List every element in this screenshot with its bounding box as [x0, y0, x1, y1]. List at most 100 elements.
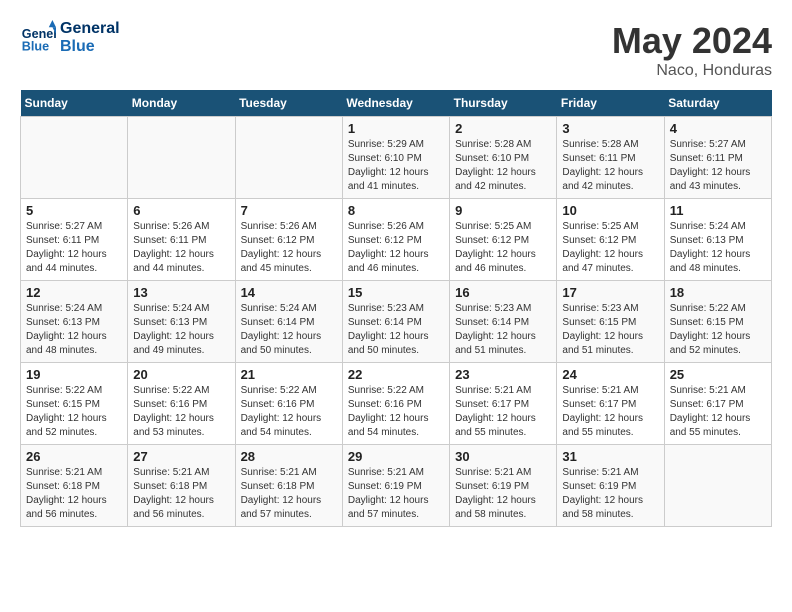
calendar-cell: 22Sunrise: 5:22 AM Sunset: 6:16 PM Dayli… — [342, 363, 449, 445]
day-info: Sunrise: 5:25 AM Sunset: 6:12 PM Dayligh… — [455, 220, 551, 276]
calendar-cell: 20 Sunrise: 5:22 AM Sunset: 6:16 PM Dayli… — [128, 363, 235, 445]
day-number: 4 — [670, 121, 766, 136]
day-info: Sunrise: 5:22 AM Sunset: 6:16 PM Dayligh… — [348, 384, 444, 440]
day-info: Sunrise: 5:21 AM Sunset: 6:17 PM Dayligh… — [670, 384, 766, 440]
day-number: 18 — [670, 285, 766, 300]
day-number: 25 — [670, 367, 766, 382]
calendar-cell: 3 Sunrise: 5:28 AM Sunset: 6:11 PM Daylig… — [557, 117, 664, 199]
weekday-header-tuesday: Tuesday — [235, 90, 342, 117]
day-number: 23 — [455, 367, 551, 382]
page-header: General Blue General Blue May 2024 Naco,… — [20, 20, 772, 80]
day-number: 24 — [562, 367, 658, 382]
day-number: 19 — [26, 367, 122, 382]
day-info: Sunrise: 5:21 AM Sunset: 6:18 PM Dayligh… — [26, 466, 122, 522]
day-info: Sunrise: 5:26 AM Sunset: 6:12 PM Dayligh… — [241, 220, 337, 276]
day-info: Sunrise: 5:28 AM Sunset: 6:10 PM Dayligh… — [455, 138, 551, 194]
calendar-cell: 30Sunrise: 5:21 AM Sunset: 6:19 PM Dayli… — [450, 445, 557, 527]
weekday-header-monday: Monday — [128, 90, 235, 117]
day-number: 20 — [133, 367, 229, 382]
weekday-header-saturday: Saturday — [664, 90, 771, 117]
svg-text:Blue: Blue — [22, 40, 49, 54]
day-number: 7 — [241, 203, 337, 218]
day-info: Sunrise: 5:23 AM Sunset: 6:14 PM Dayligh… — [455, 302, 551, 358]
day-number: 13 — [133, 285, 229, 300]
calendar-cell — [128, 117, 235, 199]
day-info: Sunrise: 5:21 AM Sunset: 6:18 PM Dayligh… — [241, 466, 337, 522]
day-number: 6 — [133, 203, 229, 218]
day-info: Sunrise: 5:23 AM Sunset: 6:14 PM Dayligh… — [348, 302, 444, 358]
day-info: Sunrise: 5:21 AM Sunset: 6:17 PM Dayligh… — [562, 384, 658, 440]
day-number: 3 — [562, 121, 658, 136]
title-block: May 2024 Naco, Honduras — [612, 20, 772, 80]
day-number: 10 — [562, 203, 658, 218]
weekday-header-thursday: Thursday — [450, 90, 557, 117]
location: Naco, Honduras — [612, 62, 772, 80]
day-info: Sunrise: 5:24 AM Sunset: 6:13 PM Dayligh… — [670, 220, 766, 276]
calendar-cell: 8 Sunrise: 5:26 AM Sunset: 6:12 PM Daylig… — [342, 199, 449, 281]
calendar-table: SundayMondayTuesdayWednesdayThursdayFrid… — [20, 90, 772, 527]
calendar-cell: 29 Sunrise: 5:21 AM Sunset: 6:19 PM Dayli… — [342, 445, 449, 527]
logo-general: General — [60, 20, 120, 38]
calendar-cell: 19Sunrise: 5:22 AM Sunset: 6:15 PM Dayli… — [21, 363, 128, 445]
day-info: Sunrise: 5:27 AM Sunset: 6:11 PM Dayligh… — [670, 138, 766, 194]
day-info: Sunrise: 5:21 AM Sunset: 6:19 PM Dayligh… — [348, 466, 444, 522]
calendar-cell: 2 Sunrise: 5:28 AM Sunset: 6:10 PM Daylig… — [450, 117, 557, 199]
calendar-week-row: 19Sunrise: 5:22 AM Sunset: 6:15 PM Dayli… — [21, 363, 772, 445]
calendar-cell: 9Sunrise: 5:25 AM Sunset: 6:12 PM Daylig… — [450, 199, 557, 281]
day-number: 1 — [348, 121, 444, 136]
calendar-cell: 11 Sunrise: 5:24 AM Sunset: 6:13 PM Dayli… — [664, 199, 771, 281]
day-number: 27 — [133, 449, 229, 464]
day-info: Sunrise: 5:24 AM Sunset: 6:14 PM Dayligh… — [241, 302, 337, 358]
day-info: Sunrise: 5:26 AM Sunset: 6:12 PM Dayligh… — [348, 220, 444, 276]
calendar-cell: 27 Sunrise: 5:21 AM Sunset: 6:18 PM Dayli… — [128, 445, 235, 527]
calendar-cell: 6 Sunrise: 5:26 AM Sunset: 6:11 PM Daylig… — [128, 199, 235, 281]
day-number: 5 — [26, 203, 122, 218]
calendar-cell: 4 Sunrise: 5:27 AM Sunset: 6:11 PM Daylig… — [664, 117, 771, 199]
day-number: 29 — [348, 449, 444, 464]
weekday-header-sunday: Sunday — [21, 90, 128, 117]
calendar-cell: 12 Sunrise: 5:24 AM Sunset: 6:13 PM Dayli… — [21, 281, 128, 363]
calendar-cell: 28 Sunrise: 5:21 AM Sunset: 6:18 PM Dayli… — [235, 445, 342, 527]
day-number: 17 — [562, 285, 658, 300]
calendar-cell: 15 Sunrise: 5:23 AM Sunset: 6:14 PM Dayli… — [342, 281, 449, 363]
calendar-cell: 7 Sunrise: 5:26 AM Sunset: 6:12 PM Daylig… — [235, 199, 342, 281]
day-number: 2 — [455, 121, 551, 136]
day-number: 12 — [26, 285, 122, 300]
day-info: Sunrise: 5:25 AM Sunset: 6:12 PM Dayligh… — [562, 220, 658, 276]
day-info: Sunrise: 5:26 AM Sunset: 6:11 PM Dayligh… — [133, 220, 229, 276]
logo: General Blue General Blue — [20, 20, 120, 56]
day-info: Sunrise: 5:24 AM Sunset: 6:13 PM Dayligh… — [26, 302, 122, 358]
day-number: 26 — [26, 449, 122, 464]
calendar-cell: 1 Sunrise: 5:29 AM Sunset: 6:10 PM Daylig… — [342, 117, 449, 199]
day-number: 15 — [348, 285, 444, 300]
calendar-cell: 17 Sunrise: 5:23 AM Sunset: 6:15 PM Dayli… — [557, 281, 664, 363]
calendar-week-row: 1 Sunrise: 5:29 AM Sunset: 6:10 PM Daylig… — [21, 117, 772, 199]
day-number: 28 — [241, 449, 337, 464]
calendar-cell: 16Sunrise: 5:23 AM Sunset: 6:14 PM Dayli… — [450, 281, 557, 363]
calendar-cell: 13 Sunrise: 5:24 AM Sunset: 6:13 PM Dayli… — [128, 281, 235, 363]
day-number: 11 — [670, 203, 766, 218]
day-info: Sunrise: 5:28 AM Sunset: 6:11 PM Dayligh… — [562, 138, 658, 194]
calendar-cell: 5 Sunrise: 5:27 AM Sunset: 6:11 PM Daylig… — [21, 199, 128, 281]
day-info: Sunrise: 5:29 AM Sunset: 6:10 PM Dayligh… — [348, 138, 444, 194]
day-info: Sunrise: 5:21 AM Sunset: 6:18 PM Dayligh… — [133, 466, 229, 522]
calendar-week-row: 5 Sunrise: 5:27 AM Sunset: 6:11 PM Daylig… — [21, 199, 772, 281]
calendar-cell — [664, 445, 771, 527]
calendar-cell: 23Sunrise: 5:21 AM Sunset: 6:17 PM Dayli… — [450, 363, 557, 445]
calendar-cell: 24 Sunrise: 5:21 AM Sunset: 6:17 PM Dayli… — [557, 363, 664, 445]
weekday-header-friday: Friday — [557, 90, 664, 117]
day-info: Sunrise: 5:22 AM Sunset: 6:16 PM Dayligh… — [133, 384, 229, 440]
calendar-cell — [235, 117, 342, 199]
weekday-header-wednesday: Wednesday — [342, 90, 449, 117]
calendar-cell: 25 Sunrise: 5:21 AM Sunset: 6:17 PM Dayli… — [664, 363, 771, 445]
calendar-cell — [21, 117, 128, 199]
day-info: Sunrise: 5:23 AM Sunset: 6:15 PM Dayligh… — [562, 302, 658, 358]
day-number: 8 — [348, 203, 444, 218]
logo-icon: General Blue — [20, 20, 56, 56]
calendar-cell: 21Sunrise: 5:22 AM Sunset: 6:16 PM Dayli… — [235, 363, 342, 445]
day-info: Sunrise: 5:21 AM Sunset: 6:19 PM Dayligh… — [562, 466, 658, 522]
month-year: May 2024 — [612, 20, 772, 62]
day-info: Sunrise: 5:22 AM Sunset: 6:16 PM Dayligh… — [241, 384, 337, 440]
day-info: Sunrise: 5:24 AM Sunset: 6:13 PM Dayligh… — [133, 302, 229, 358]
day-info: Sunrise: 5:27 AM Sunset: 6:11 PM Dayligh… — [26, 220, 122, 276]
